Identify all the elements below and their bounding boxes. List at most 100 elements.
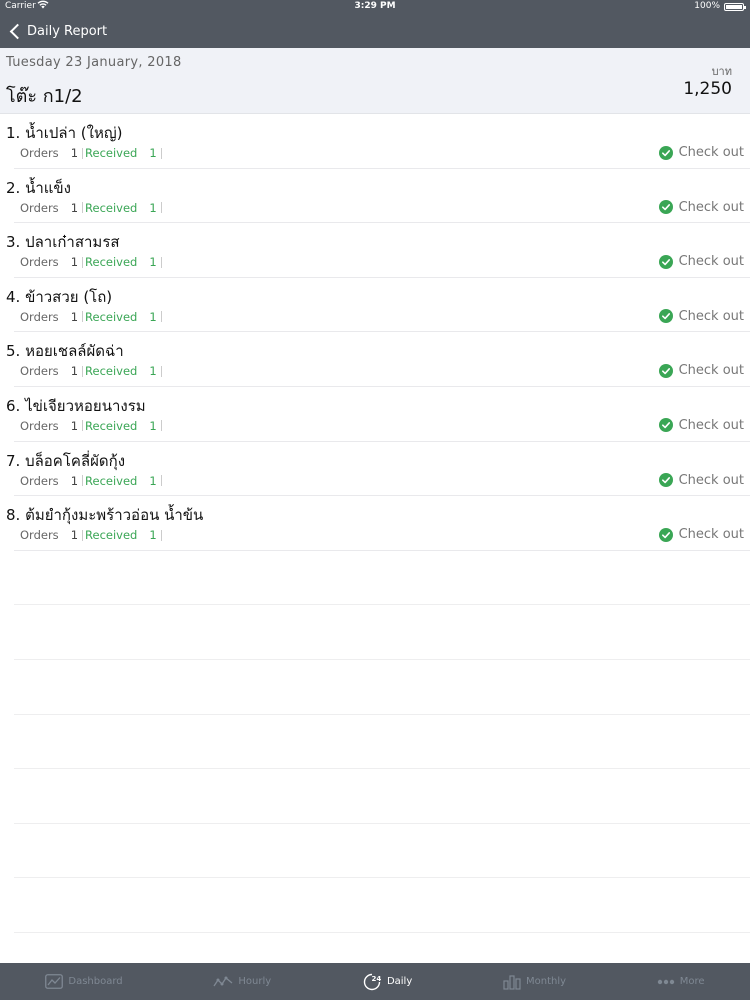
back-button[interactable]: Daily Report [7, 20, 107, 42]
list-item[interactable]: 3. ปลาเก๋าสามรส Orders 1 Received 1 Chec… [6, 223, 750, 278]
check-out-button[interactable]: Check out [658, 254, 744, 270]
item-name: 4. ข้าวสวย (โถ) [6, 287, 113, 306]
empty-row [14, 715, 750, 770]
item-meta: Orders 1 Received 1 [20, 201, 162, 215]
total-amount: 1,250 [683, 79, 732, 99]
more-dots-icon [657, 979, 680, 985]
tab-monthly[interactable]: Monthly [503, 974, 566, 990]
status-bar: Carrier 3:29 PM 100% [0, 0, 750, 14]
item-name: 6. ไข่เจียวหอยนางรม [6, 396, 146, 415]
svg-text:24: 24 [371, 975, 381, 983]
orders-label: Orders [20, 418, 59, 433]
item-meta: Orders 1 Received 1 [20, 255, 162, 269]
navigation-bar: Daily Report [0, 14, 750, 48]
tab-label: Daily [386, 976, 413, 987]
item-name: 3. ปลาเก๋าสามรส [6, 233, 120, 252]
currency-label: บาท [711, 65, 732, 78]
list-item[interactable]: 8. ต้มยำกุ้งมะพร้าวอ่อน น้ำข้น Orders 1 … [6, 496, 750, 551]
check-out-label: Check out [678, 527, 744, 543]
item-meta: Orders 1 Received 1 [20, 146, 162, 160]
divider [82, 529, 84, 541]
received-label: Received [85, 146, 138, 160]
orders-count: 1 [70, 364, 79, 379]
divider [82, 256, 84, 268]
orders-count: 1 [70, 146, 79, 160]
report-date: Tuesday 23 January, 2018 [6, 55, 182, 70]
list-item[interactable]: 1. น้ำเปล่า (ใหญ่) Orders 1 Received 1 C… [6, 114, 750, 169]
list-item[interactable]: 7. บล็อคโคลี่ผัดกุ้ง Orders 1 Received 1… [6, 442, 750, 497]
empty-row [14, 824, 750, 879]
check-circle-icon [658, 473, 673, 488]
list-item[interactable]: 2. น้ำแข็ง Orders 1 Received 1 Check out [6, 169, 750, 224]
check-out-button[interactable]: Check out [658, 417, 744, 433]
check-out-button[interactable]: Check out [658, 472, 744, 488]
orders-label: Orders [20, 473, 59, 488]
divider [82, 365, 84, 377]
check-circle-icon [658, 527, 673, 542]
list-item[interactable]: 4. ข้าวสวย (โถ) Orders 1 Received 1 Chec… [6, 278, 750, 333]
item-meta: Orders 1 Received 1 [20, 310, 162, 324]
check-circle-icon [658, 254, 673, 269]
check-out-label: Check out [678, 145, 744, 160]
divider [160, 420, 162, 432]
divider [82, 147, 84, 159]
tab-more[interactable]: More [657, 976, 705, 987]
received-count: 1 [149, 528, 157, 543]
divider [82, 475, 84, 487]
check-out-label: Check out [678, 308, 744, 324]
battery-percentage: 100% [694, 1, 720, 11]
check-out-label: Check out [678, 199, 744, 215]
chart-line-icon [45, 974, 68, 989]
divider [82, 311, 84, 323]
tab-daily[interactable]: 24 Daily [362, 972, 412, 992]
received-label: Received [85, 200, 138, 215]
received-count: 1 [149, 255, 157, 270]
orders-label: Orders [20, 309, 59, 324]
item-name: 8. ต้มยำกุ้งมะพร้าวอ่อน น้ำข้น [6, 506, 204, 525]
divider [160, 202, 162, 214]
tab-label: Monthly [526, 976, 567, 987]
orders-label: Orders [20, 146, 59, 160]
empty-row [14, 551, 750, 606]
check-out-label: Check out [678, 363, 744, 379]
received-count: 1 [149, 473, 157, 488]
battery-icon [724, 3, 746, 11]
check-out-button[interactable]: Check out [658, 363, 744, 379]
tab-dashboard[interactable]: Dashboard [45, 974, 123, 989]
list-item[interactable]: 6. ไข่เจียวหอยนางรม Orders 1 Received 1 … [6, 387, 750, 442]
tab-label: Dashboard [68, 976, 123, 987]
tab-hourly[interactable]: Hourly [213, 976, 271, 988]
check-out-label: Check out [678, 417, 744, 433]
check-out-label: Check out [678, 472, 744, 488]
tab-label: More [679, 976, 705, 987]
report-header: Tuesday 23 January, 2018 โต๊ะ ก1/2 บาท 1… [0, 48, 750, 114]
bar-chart-icon [503, 974, 526, 990]
divider [82, 202, 84, 214]
check-out-button[interactable]: Check out [658, 145, 744, 160]
list-item[interactable]: 5. หอยเชลล์ผัดฉ่า Orders 1 Received 1 Ch… [6, 332, 750, 387]
check-out-label: Check out [678, 254, 744, 270]
item-name: 5. หอยเชลล์ผัดฉ่า [6, 342, 124, 361]
empty-row [14, 769, 750, 824]
empty-row [14, 660, 750, 715]
divider [82, 420, 84, 432]
orders-label: Orders [20, 364, 59, 379]
orders-label: Orders [20, 255, 59, 270]
divider [160, 529, 162, 541]
item-meta: Orders 1 Received 1 [20, 528, 162, 542]
orders-count: 1 [70, 528, 79, 543]
orders-count: 1 [70, 418, 79, 433]
check-circle-icon [658, 418, 673, 433]
check-out-button[interactable]: Check out [658, 527, 744, 543]
received-count: 1 [149, 418, 157, 433]
item-name: 2. น้ำแข็ง [6, 178, 72, 197]
chevron-left-icon [9, 23, 26, 39]
check-out-button[interactable]: Check out [658, 308, 744, 324]
orders-count: 1 [70, 200, 79, 215]
orders-count: 1 [70, 473, 79, 488]
check-out-button[interactable]: Check out [658, 199, 744, 215]
orders-label: Orders [20, 528, 59, 543]
item-meta: Orders 1 Received 1 [20, 474, 162, 488]
item-name: 7. บล็อคโคลี่ผัดกุ้ง [6, 451, 126, 470]
empty-row [14, 878, 750, 933]
